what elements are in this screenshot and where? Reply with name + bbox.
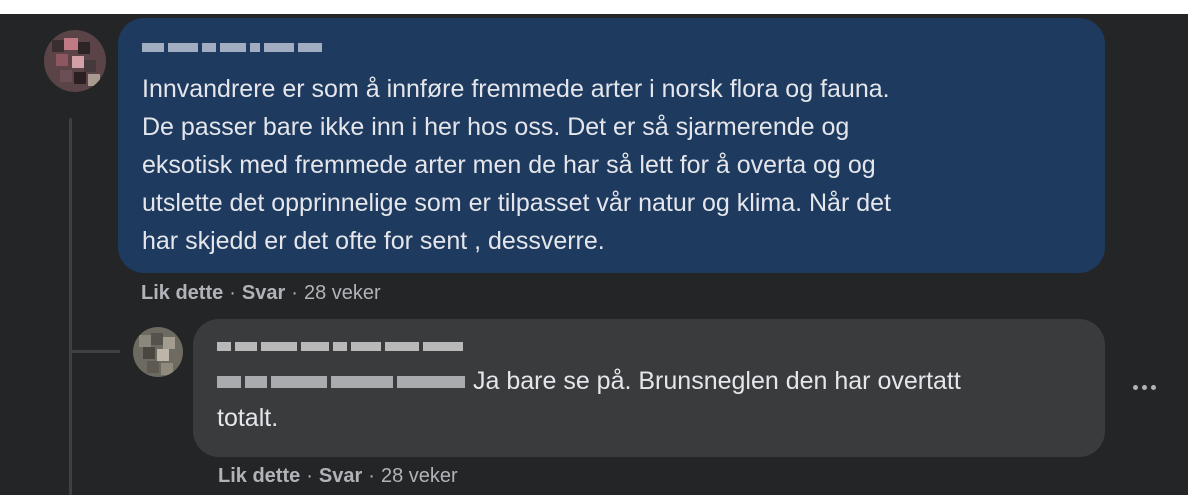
mention-blurred[interactable] xyxy=(217,376,465,389)
comment-text: Ja bare se på. Brunsneglen den har overt… xyxy=(217,363,1081,437)
comment-bubble: Innvandrere er som å innføre fremmede ar… xyxy=(118,18,1105,273)
reply-button[interactable]: Svar xyxy=(319,465,362,487)
avatar[interactable] xyxy=(133,327,183,377)
separator: · xyxy=(306,465,313,487)
comment-actions: Lik dette · Svar · 28 veker xyxy=(141,281,381,305)
more-horizontal-icon[interactable] xyxy=(1126,374,1162,400)
comment-text: Innvandrere er som å innføre fremmede ar… xyxy=(142,75,891,255)
timestamp[interactable]: 28 veker xyxy=(304,282,381,304)
reply-bubble: Ja bare se på. Brunsneglen den har overt… xyxy=(193,319,1105,457)
author-name-blurred[interactable] xyxy=(142,40,1079,54)
like-button[interactable]: Lik dette xyxy=(141,282,223,304)
avatar[interactable] xyxy=(44,30,106,92)
top-edge xyxy=(0,0,1188,14)
thread-connector xyxy=(72,350,120,353)
separator: · xyxy=(368,465,375,487)
like-button[interactable]: Lik dette xyxy=(218,465,300,487)
comment-actions: Lik dette · Svar · 28 veker xyxy=(218,464,458,488)
timestamp[interactable]: 28 veker xyxy=(381,465,458,487)
reply-button[interactable]: Svar xyxy=(242,282,285,304)
author-name-blurred[interactable] xyxy=(217,339,1081,353)
thread-line xyxy=(69,118,72,495)
separator: · xyxy=(229,282,236,304)
separator: · xyxy=(291,282,298,304)
